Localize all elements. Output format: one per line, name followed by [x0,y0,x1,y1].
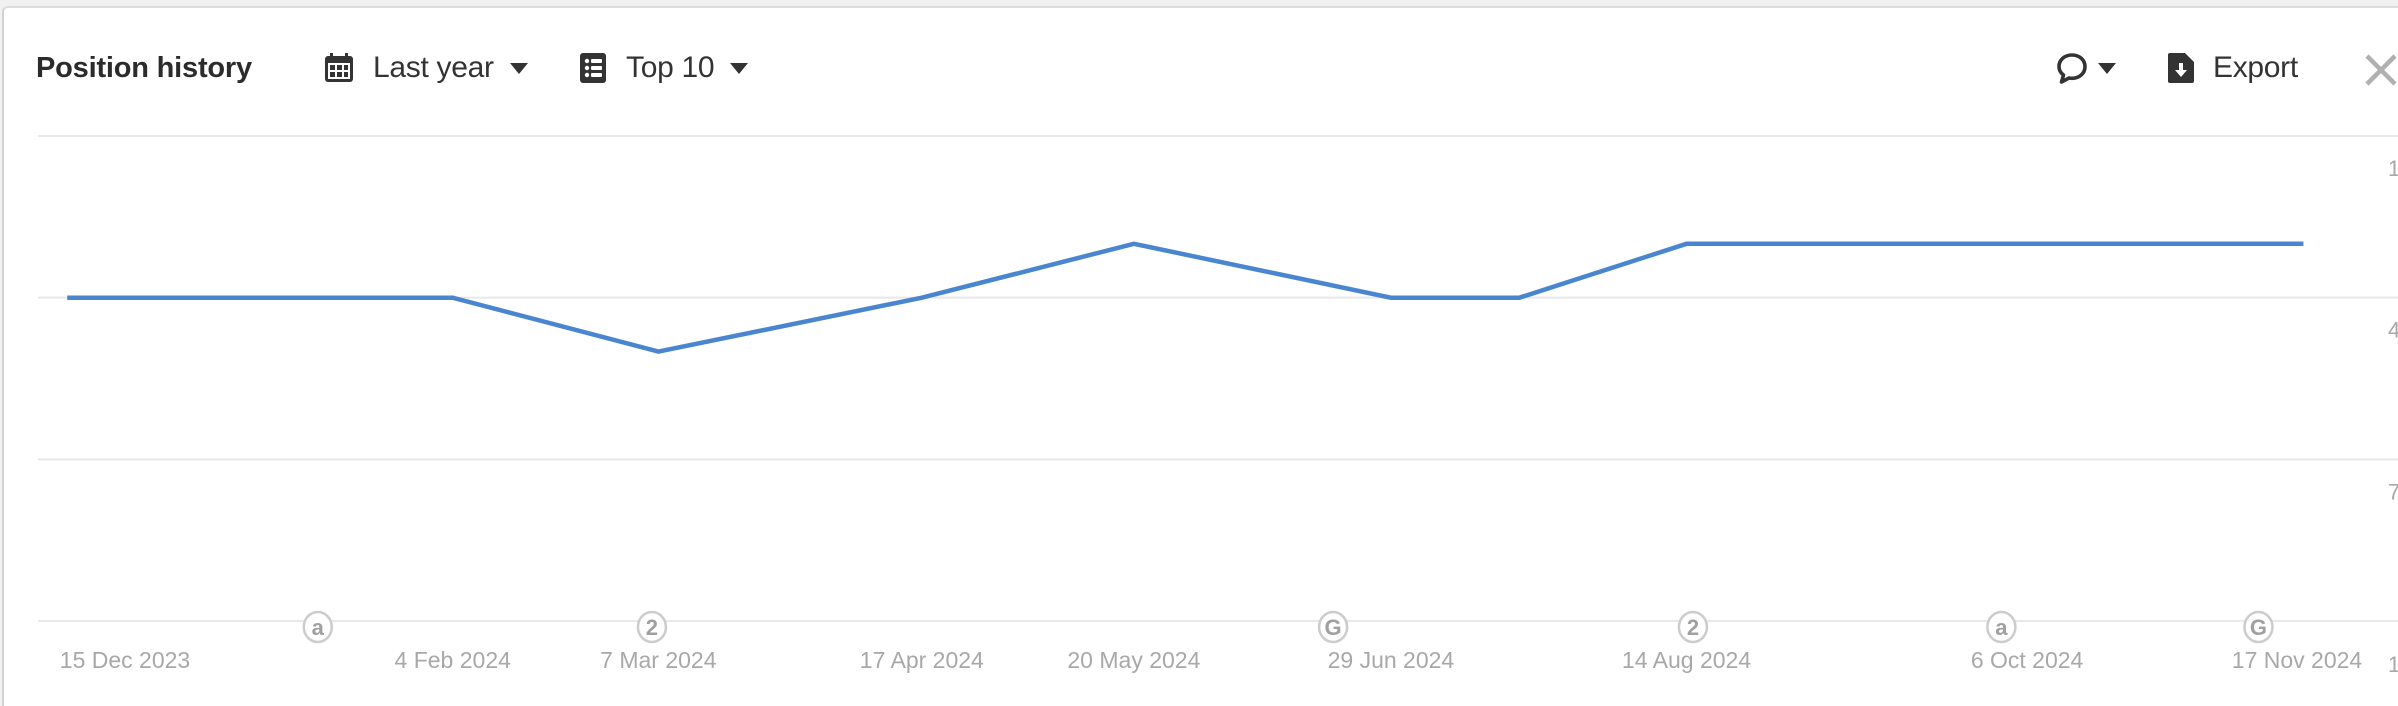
annotation-marker[interactable]: 2 [636,610,668,644]
annotation-label: G [2250,615,2267,640]
y-tick-label: 10 [2388,652,2398,677]
position-chart: 1 4 7 10 15 Dec 2023 4 Feb 2024 7 Mar 2024 17 … [38,135,2398,677]
x-tick-label: 20 May 2024 [1067,647,1200,673]
annotation-label: a [1995,615,2008,640]
annotation-label: a [312,615,325,640]
x-tick-label: 14 Aug 2024 [1622,647,1751,673]
annotation-marker[interactable]: 2 [1677,610,1709,644]
x-tick-label: 17 Apr 2024 [860,647,984,673]
x-tick-label: 15 Dec 2023 [60,647,190,673]
annotation-label: G [1325,615,1342,640]
x-tick-label: 17 Nov 2024 [2232,647,2363,673]
annotation-label: 2 [646,615,658,640]
x-tick-label: 4 Feb 2024 [395,647,512,673]
annotation-label: 2 [1687,615,1699,640]
annotation-marker[interactable]: a [1986,610,2017,644]
annotation-marker[interactable]: G [2243,610,2274,644]
annotation-marker[interactable]: a [302,610,334,644]
x-tick-label: 29 Jun 2024 [1328,647,1455,673]
annotation-marker[interactable]: G [1317,610,1349,644]
x-tick-label: 7 Mar 2024 [600,647,717,673]
y-tick-label: 1 [2388,156,2398,181]
x-tick-label: 6 Oct 2024 [1971,647,2084,673]
y-tick-label: 4 [2388,318,2398,343]
y-tick-label: 7 [2388,479,2398,504]
